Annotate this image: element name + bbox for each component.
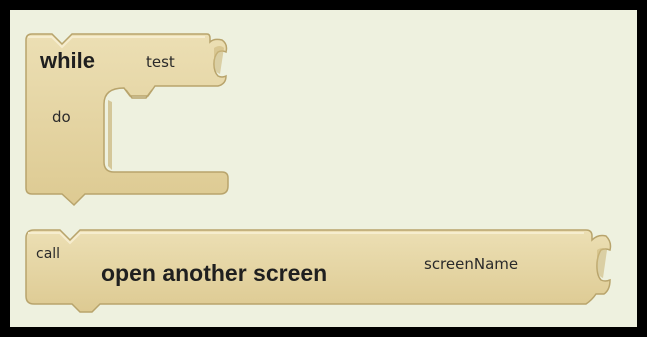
test-label: test bbox=[146, 53, 175, 71]
while-block[interactable] bbox=[0, 0, 647, 337]
procedure-name: open another screen bbox=[101, 260, 328, 286]
screenname-socket[interactable] bbox=[597, 248, 607, 278]
screenname-label: screenName bbox=[424, 255, 519, 273]
call-keyword: call bbox=[36, 246, 61, 262]
do-label: do bbox=[52, 108, 71, 126]
do-slot[interactable] bbox=[108, 100, 112, 170]
test-socket[interactable] bbox=[214, 46, 224, 74]
while-keyword: while bbox=[40, 48, 96, 73]
